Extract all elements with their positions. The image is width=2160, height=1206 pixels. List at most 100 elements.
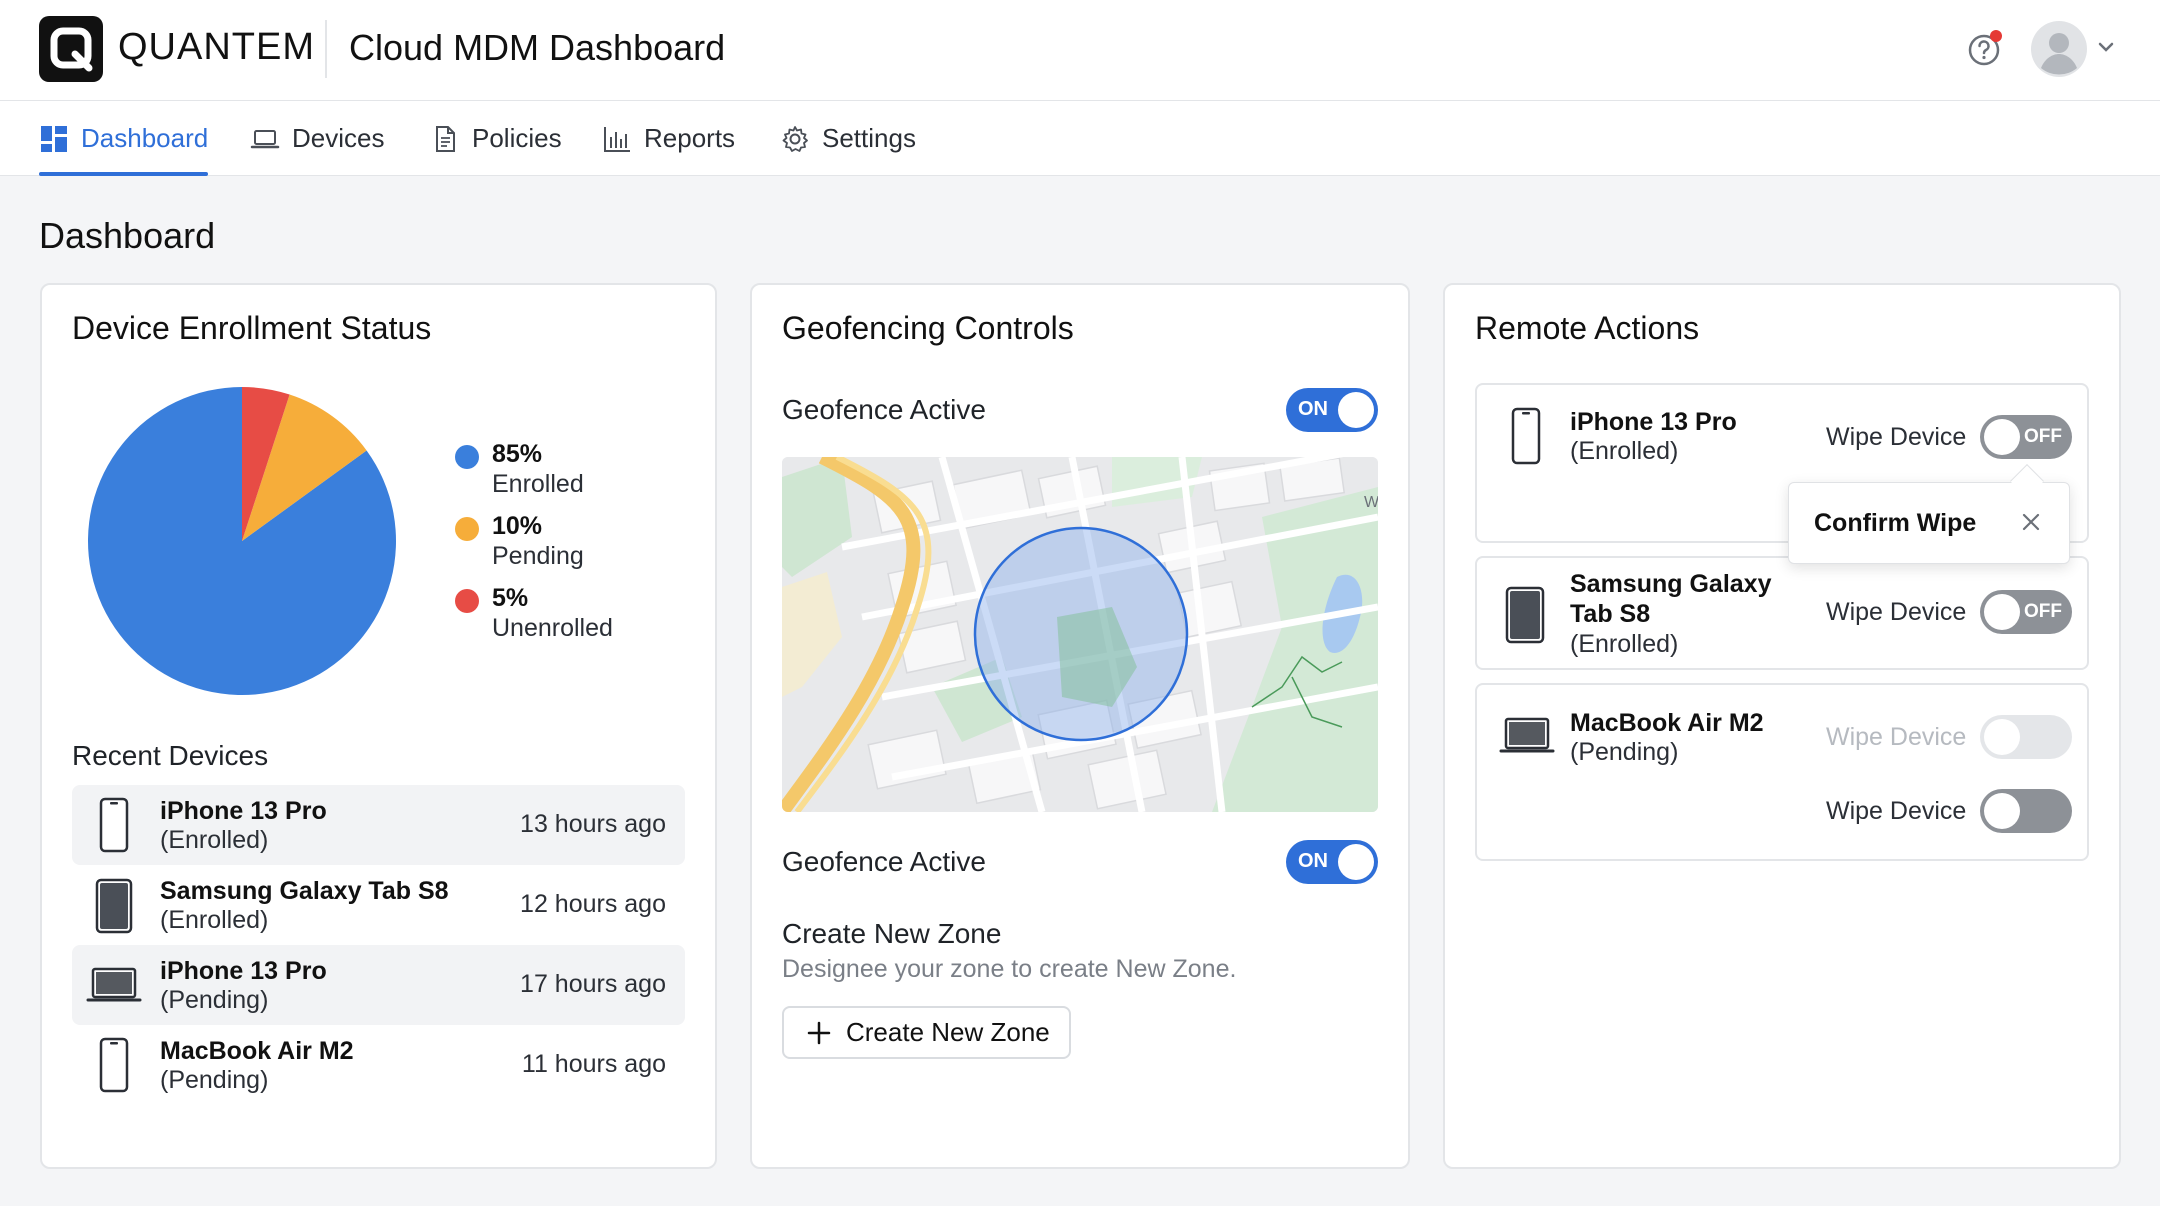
device-time: 12 hours ago [520, 890, 666, 918]
device-status: (Enrolled) [160, 826, 269, 854]
create-zone-subtitle: Designee your zone to create New Zone. [782, 955, 1237, 983]
device-status: (Pending) [160, 986, 269, 1014]
legend-pct: 5% [492, 584, 529, 612]
dashboard-icon [41, 125, 67, 152]
laptop-icon [250, 129, 280, 148]
table-row[interactable]: iPhone 13 Pro (Pending) 17 hours ago [72, 945, 685, 1025]
geofence-active-label: Geofence Active [782, 394, 986, 425]
phone-icon [99, 797, 129, 853]
top-header: QUANTEM Cloud MDM Dashboard [0, 0, 2160, 101]
tab-label: Reports [644, 123, 736, 153]
geofence-active-toggle[interactable]: ON [1286, 388, 1378, 432]
tab-dashboard[interactable]: Dashboard [39, 101, 209, 176]
legend-label: Pending [492, 542, 584, 570]
phone-icon [99, 1037, 129, 1093]
tablet-icon [95, 878, 133, 934]
legend-dot-enrolled [455, 445, 479, 469]
close-icon[interactable] [2019, 510, 2043, 534]
legend-dot-unenrolled [455, 589, 479, 613]
document-icon [436, 125, 455, 152]
toggle-state: ON [1298, 398, 1328, 420]
recent-devices-title: Recent Devices [72, 740, 269, 771]
gear-icon [782, 125, 808, 152]
remote-device-galaxy-tab: Samsung Galaxy Tab S8 (Enrolled) Wipe De… [1475, 556, 2089, 670]
tab-devices[interactable]: Devices [250, 101, 384, 176]
geofence-active-label-2: Geofence Active [782, 846, 986, 877]
geofencing-title: Geofencing Controls [782, 310, 1074, 346]
brand-name: QUANTEM [118, 26, 315, 68]
table-row[interactable]: iPhone 13 Pro (Enrolled) 13 hours ago [72, 785, 685, 865]
device-name-line2: Tab S8 [1570, 600, 1651, 628]
chevron-down-icon[interactable] [2096, 40, 2116, 54]
legend-label: Unenrolled [492, 614, 613, 642]
toggle-knob [1984, 594, 2020, 630]
device-status: (Pending) [1570, 738, 1679, 766]
remote-actions-title: Remote Actions [1475, 310, 1700, 346]
legend-pct: 85% [492, 440, 543, 468]
confirm-wipe-button[interactable]: Confirm Wipe [1814, 509, 1976, 538]
map-edge-label: W [1364, 494, 1378, 511]
device-name: Samsung Galaxy [1570, 570, 1772, 598]
create-zone-button-label: Create New Zone [846, 1017, 1050, 1047]
device-time: 17 hours ago [520, 970, 666, 998]
wipe-device-label: Wipe Device [1826, 797, 1967, 825]
wipe-device-toggle[interactable]: OFF [1980, 590, 2072, 634]
header-divider [325, 20, 327, 78]
wipe-device-label-disabled: Wipe Device [1826, 723, 1967, 751]
tab-settings[interactable]: Settings [780, 101, 916, 176]
device-time: 11 hours ago [521, 1050, 666, 1078]
enrollment-title: Device Enrollment Status [72, 310, 432, 346]
page-title: Dashboard [39, 215, 216, 256]
device-status: (Enrolled) [1570, 437, 1679, 465]
device-status: (Pending) [160, 1066, 269, 1094]
laptop-icon [86, 967, 142, 1002]
device-status: (Enrolled) [1570, 630, 1679, 658]
user-avatar[interactable] [2031, 21, 2087, 77]
create-new-zone-button[interactable]: Create New Zone [782, 1006, 1071, 1059]
toggle-knob [1984, 419, 2020, 455]
plus-icon [807, 1021, 831, 1044]
enrollment-pie-chart [88, 387, 397, 695]
laptop-icon [1499, 717, 1555, 753]
device-status: (Enrolled) [160, 906, 269, 934]
remote-device-macbook: MacBook Air M2 (Pending) Wipe Device Wip… [1475, 683, 2089, 861]
phone-icon [1511, 407, 1541, 465]
bar-chart-icon [604, 126, 630, 152]
notification-dot [1990, 30, 2002, 42]
quantem-logo [39, 16, 103, 82]
tablet-icon [1505, 586, 1545, 644]
geofence-map[interactable]: W [782, 457, 1378, 812]
wipe-device-label: Wipe Device [1826, 598, 1967, 626]
tab-label: Policies [472, 123, 562, 153]
table-row[interactable]: MacBook Air M2 (Pending) 11 hours ago [72, 1025, 685, 1105]
device-name: MacBook Air M2 [1570, 709, 1764, 737]
tab-reports[interactable]: Reports [602, 101, 735, 176]
wipe-device-toggle[interactable]: OFF [1980, 415, 2072, 459]
tab-label: Dashboard [81, 123, 209, 153]
toggle-state: OFF [2024, 601, 2062, 622]
toggle-knob [1984, 793, 2020, 829]
device-name: iPhone 13 Pro [160, 797, 327, 825]
device-name: MacBook Air M2 [160, 1037, 354, 1065]
geofence-active-toggle-2[interactable]: ON [1286, 840, 1378, 884]
toggle-knob [1984, 719, 2020, 755]
toggle-state: OFF [2024, 426, 2062, 447]
table-row[interactable]: Samsung Galaxy Tab S8 (Enrolled) 12 hour… [72, 865, 685, 945]
wipe-device-toggle-disabled [1980, 715, 2072, 759]
device-name: iPhone 13 Pro [160, 957, 327, 985]
toggle-state: ON [1298, 850, 1328, 872]
app-title: Cloud MDM Dashboard [349, 27, 726, 68]
legend-dot-pending [455, 517, 479, 541]
create-zone-title: Create New Zone [782, 918, 1002, 949]
toggle-knob [1338, 392, 1374, 428]
main-nav: Dashboard Devices Policies Reports Setti… [0, 101, 2160, 176]
tab-label: Settings [822, 123, 916, 153]
tab-label: Devices [292, 123, 385, 153]
device-name: iPhone 13 Pro [1570, 408, 1737, 436]
device-name: Samsung Galaxy Tab S8 [160, 877, 449, 905]
toggle-knob [1338, 844, 1374, 880]
device-time: 13 hours ago [520, 810, 666, 838]
wipe-device-toggle[interactable] [1980, 789, 2072, 833]
tab-policies[interactable]: Policies [430, 101, 562, 176]
legend-label: Enrolled [492, 470, 584, 498]
